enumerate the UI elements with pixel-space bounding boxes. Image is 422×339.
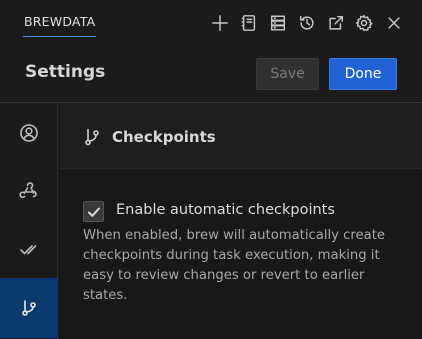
checkbox-label[interactable]: Enable automatic checkpoints [116, 202, 335, 218]
history-icon[interactable] [296, 12, 318, 34]
account-icon [20, 124, 38, 142]
plus-icon[interactable] [209, 12, 231, 34]
webhook-icon [19, 182, 37, 198]
section-header: Checkpoints [59, 104, 422, 169]
close-icon[interactable] [383, 12, 405, 34]
tab-active-indicator [23, 36, 96, 37]
save-button[interactable]: Save [256, 58, 319, 90]
git-branch-icon [82, 127, 102, 147]
tab-brewdata[interactable]: BREWDATA [24, 14, 95, 29]
settings-header: Settings Save Done [0, 46, 422, 103]
done-button[interactable]: Done [329, 58, 397, 90]
section-title: Checkpoints [112, 128, 216, 146]
git-branch-icon [22, 300, 36, 316]
automatic-checkpoints-checkbox[interactable] [83, 201, 104, 222]
sidebar-item-account[interactable] [0, 104, 58, 162]
double-check-icon [20, 245, 37, 255]
checkbox-description: When enabled, brew will automatically cr… [83, 228, 386, 303]
checkmark-icon [87, 207, 100, 217]
settings-sidebar [0, 104, 58, 339]
external-link-icon[interactable] [325, 12, 347, 34]
page-title: Settings [25, 62, 106, 82]
sidebar-item-webhooks[interactable] [0, 162, 58, 220]
settings-content: Checkpoints Enable automatic checkpoints… [59, 104, 422, 339]
sidebar-item-checkpoints[interactable] [0, 278, 58, 338]
top-bar: BREWDATA [0, 0, 422, 46]
notebook-icon[interactable] [238, 12, 260, 34]
sidebar-item-approvals[interactable] [0, 220, 58, 278]
server-icon[interactable] [267, 12, 289, 34]
gear-icon[interactable] [353, 12, 375, 34]
